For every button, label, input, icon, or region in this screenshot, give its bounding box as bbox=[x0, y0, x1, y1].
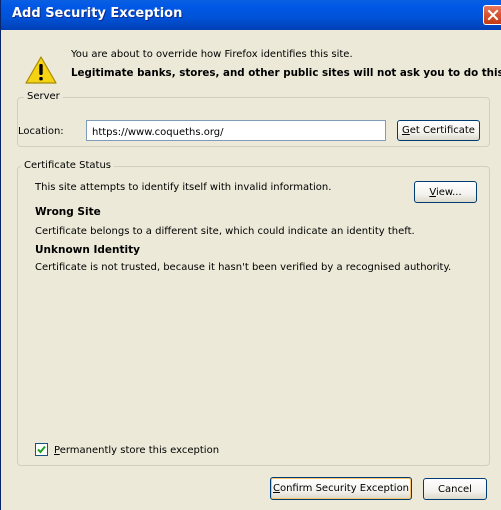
cancel-button[interactable]: Cancel bbox=[423, 478, 487, 500]
confirm-mnemonic: C bbox=[272, 483, 280, 494]
view-mnemonic: V bbox=[429, 186, 436, 198]
certificate-status-legend: Certificate Status bbox=[21, 160, 114, 172]
add-security-exception-dialog: Add Security Exception You are about to … bbox=[0, 0, 501, 510]
confirm-label: onfirm Security Exception bbox=[279, 483, 410, 494]
legitimate-sites-warning: Legitimate banks, stores, and other publ… bbox=[71, 67, 501, 79]
title-bar[interactable]: Add Security Exception bbox=[1, 0, 501, 30]
get-certificate-button[interactable]: Get Certificate bbox=[397, 120, 480, 141]
warning-icon bbox=[25, 56, 57, 84]
view-button[interactable]: View... bbox=[414, 181, 477, 203]
location-label: Location: bbox=[18, 126, 64, 137]
confirm-security-exception-button[interactable]: Confirm Security Exception bbox=[270, 477, 412, 500]
permanently-store-text: ermanently store this exception bbox=[59, 445, 220, 456]
wrong-site-description: Certificate belongs to a different site,… bbox=[35, 226, 415, 237]
close-button[interactable] bbox=[483, 5, 501, 25]
location-input[interactable] bbox=[86, 120, 386, 141]
get-certificate-mnemonic: G bbox=[402, 124, 410, 136]
get-certificate-label: et Certificate bbox=[409, 124, 475, 136]
close-icon bbox=[487, 9, 499, 21]
override-notice: You are about to override how Firefox id… bbox=[71, 49, 353, 60]
unknown-identity-description: Certificate is not trusted, because it h… bbox=[35, 262, 452, 273]
dialog-title: Add Security Exception bbox=[12, 6, 183, 21]
permanently-store-label[interactable]: Permanently store this exception bbox=[54, 445, 219, 456]
certificate-status-summary: This site attempts to identify itself wi… bbox=[35, 182, 332, 193]
unknown-identity-heading: Unknown Identity bbox=[35, 244, 141, 256]
permanently-store-checkbox[interactable] bbox=[35, 443, 48, 456]
server-legend: Server bbox=[24, 91, 63, 103]
view-label: iew... bbox=[435, 186, 462, 198]
checkmark-icon bbox=[37, 445, 46, 454]
wrong-site-heading: Wrong Site bbox=[35, 206, 101, 218]
